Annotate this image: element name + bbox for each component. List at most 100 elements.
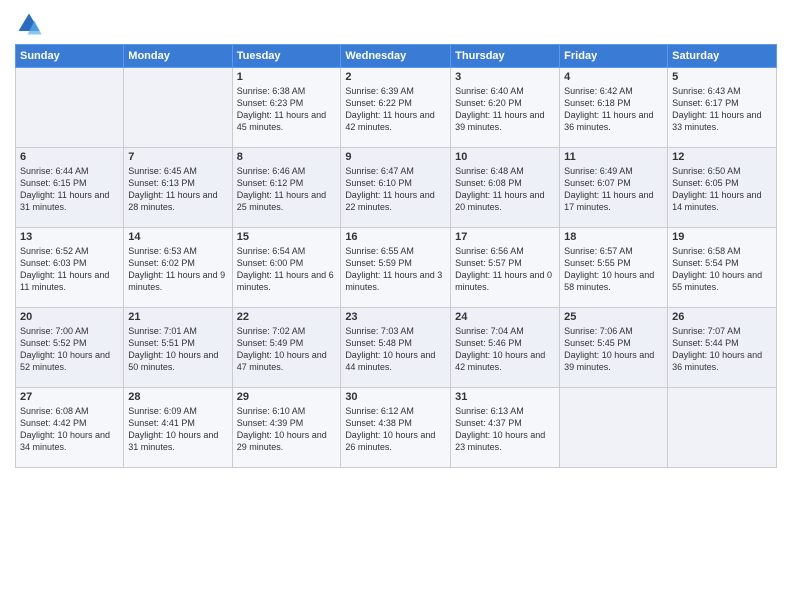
week-row-4: 20 Sunrise: 7:00 AM Sunset: 5:52 PM Dayli…: [16, 308, 777, 388]
header-row: SundayMondayTuesdayWednesdayThursdayFrid…: [16, 45, 777, 68]
day-cell: 4Sunrise: 6:42 AM Sunset: 6:18 PM Daylig…: [560, 68, 668, 148]
day-number: 7: [128, 151, 227, 163]
calendar-header: SundayMondayTuesdayWednesdayThursdayFrid…: [16, 45, 777, 68]
day-info: Sunrise: 6:50 AM Sunset: 6:05 PM Dayligh…: [672, 165, 772, 214]
day-cell: 21 Sunrise: 7:01 AM Sunset: 5:51 PM Dayli…: [124, 308, 232, 388]
day-info: Sunrise: 7:01 AM Sunset: 5:51 PM Dayligh…: [128, 325, 227, 374]
day-number: 20: [20, 311, 119, 323]
day-cell: 3 Sunrise: 6:40 AM Sunset: 6:20 PM Daylig…: [451, 68, 560, 148]
day-number: 8: [237, 151, 337, 163]
day-number: 3: [455, 71, 555, 83]
day-cell: 15Sunrise: 6:54 AM Sunset: 6:00 PM Dayli…: [232, 228, 341, 308]
day-cell: 11 Sunrise: 6:49 AM Sunset: 6:07 PM Dayli…: [560, 148, 668, 228]
day-info: Sunrise: 7:07 AM Sunset: 5:44 PM Dayligh…: [672, 325, 772, 374]
day-cell: 29Sunrise: 6:10 AM Sunset: 4:39 PM Dayli…: [232, 388, 341, 468]
day-info: Sunrise: 6:40 AM Sunset: 6:20 PM Dayligh…: [455, 85, 555, 134]
day-number: 12: [672, 151, 772, 163]
day-info: Sunrise: 6:09 AM Sunset: 4:41 PM Dayligh…: [128, 405, 227, 454]
day-number: 28: [128, 391, 227, 403]
day-info: Sunrise: 6:52 AM Sunset: 6:03 PM Dayligh…: [20, 245, 119, 294]
header-cell-monday: Monday: [124, 45, 232, 68]
day-info: Sunrise: 6:55 AM Sunset: 5:59 PM Dayligh…: [345, 245, 446, 294]
day-number: 9: [345, 151, 446, 163]
day-cell: [16, 68, 124, 148]
header-cell-sunday: Sunday: [16, 45, 124, 68]
day-info: Sunrise: 6:46 AM Sunset: 6:12 PM Dayligh…: [237, 165, 337, 214]
day-cell: 14 Sunrise: 6:53 AM Sunset: 6:02 PM Dayli…: [124, 228, 232, 308]
day-number: 30: [345, 391, 446, 403]
day-cell: 18 Sunrise: 6:57 AM Sunset: 5:55 PM Dayli…: [560, 228, 668, 308]
day-cell: [668, 388, 777, 468]
day-info: Sunrise: 6:43 AM Sunset: 6:17 PM Dayligh…: [672, 85, 772, 134]
day-cell: 16 Sunrise: 6:55 AM Sunset: 5:59 PM Dayli…: [341, 228, 451, 308]
day-info: Sunrise: 6:45 AM Sunset: 6:13 PM Dayligh…: [128, 165, 227, 214]
day-number: 24: [455, 311, 555, 323]
day-info: Sunrise: 6:49 AM Sunset: 6:07 PM Dayligh…: [564, 165, 663, 214]
day-number: 26: [672, 311, 772, 323]
calendar-table: SundayMondayTuesdayWednesdayThursdayFrid…: [15, 44, 777, 468]
header-cell-tuesday: Tuesday: [232, 45, 341, 68]
day-cell: 6 Sunrise: 6:44 AM Sunset: 6:15 PM Daylig…: [16, 148, 124, 228]
day-number: 14: [128, 231, 227, 243]
day-info: Sunrise: 6:44 AM Sunset: 6:15 PM Dayligh…: [20, 165, 119, 214]
day-cell: [560, 388, 668, 468]
day-cell: 2 Sunrise: 6:39 AM Sunset: 6:22 PM Daylig…: [341, 68, 451, 148]
day-info: Sunrise: 6:12 AM Sunset: 4:38 PM Dayligh…: [345, 405, 446, 454]
week-row-5: 27 Sunrise: 6:08 AM Sunset: 4:42 PM Dayli…: [16, 388, 777, 468]
day-cell: 17Sunrise: 6:56 AM Sunset: 5:57 PM Dayli…: [451, 228, 560, 308]
day-number: 13: [20, 231, 119, 243]
day-info: Sunrise: 6:47 AM Sunset: 6:10 PM Dayligh…: [345, 165, 446, 214]
header-cell-friday: Friday: [560, 45, 668, 68]
day-info: Sunrise: 6:58 AM Sunset: 5:54 PM Dayligh…: [672, 245, 772, 294]
day-number: 27: [20, 391, 119, 403]
day-number: 23: [345, 311, 446, 323]
week-row-1: 1Sunrise: 6:38 AM Sunset: 6:23 PM Daylig…: [16, 68, 777, 148]
day-cell: 27 Sunrise: 6:08 AM Sunset: 4:42 PM Dayli…: [16, 388, 124, 468]
week-row-3: 13 Sunrise: 6:52 AM Sunset: 6:03 PM Dayli…: [16, 228, 777, 308]
day-number: 10: [455, 151, 555, 163]
day-number: 5: [672, 71, 772, 83]
page-header: [15, 10, 777, 38]
day-number: 6: [20, 151, 119, 163]
day-cell: 1Sunrise: 6:38 AM Sunset: 6:23 PM Daylig…: [232, 68, 341, 148]
day-cell: 24Sunrise: 7:04 AM Sunset: 5:46 PM Dayli…: [451, 308, 560, 388]
day-number: 25: [564, 311, 663, 323]
day-number: 1: [237, 71, 337, 83]
week-row-2: 6 Sunrise: 6:44 AM Sunset: 6:15 PM Daylig…: [16, 148, 777, 228]
day-info: Sunrise: 7:00 AM Sunset: 5:52 PM Dayligh…: [20, 325, 119, 374]
day-info: Sunrise: 6:10 AM Sunset: 4:39 PM Dayligh…: [237, 405, 337, 454]
day-info: Sunrise: 7:06 AM Sunset: 5:45 PM Dayligh…: [564, 325, 663, 374]
day-number: 4: [564, 71, 663, 83]
day-cell: 31Sunrise: 6:13 AM Sunset: 4:37 PM Dayli…: [451, 388, 560, 468]
day-cell: 30 Sunrise: 6:12 AM Sunset: 4:38 PM Dayli…: [341, 388, 451, 468]
logo: [15, 10, 47, 38]
day-number: 2: [345, 71, 446, 83]
day-cell: 12 Sunrise: 6:50 AM Sunset: 6:05 PM Dayli…: [668, 148, 777, 228]
day-number: 31: [455, 391, 555, 403]
day-cell: 25 Sunrise: 7:06 AM Sunset: 5:45 PM Dayli…: [560, 308, 668, 388]
day-info: Sunrise: 6:53 AM Sunset: 6:02 PM Dayligh…: [128, 245, 227, 294]
day-cell: 8 Sunrise: 6:46 AM Sunset: 6:12 PM Daylig…: [232, 148, 341, 228]
day-number: 18: [564, 231, 663, 243]
day-cell: 22Sunrise: 7:02 AM Sunset: 5:49 PM Dayli…: [232, 308, 341, 388]
day-number: 21: [128, 311, 227, 323]
day-cell: [124, 68, 232, 148]
day-cell: 5 Sunrise: 6:43 AM Sunset: 6:17 PM Daylig…: [668, 68, 777, 148]
day-number: 15: [237, 231, 337, 243]
day-number: 16: [345, 231, 446, 243]
day-cell: 23 Sunrise: 7:03 AM Sunset: 5:48 PM Dayli…: [341, 308, 451, 388]
day-cell: 13 Sunrise: 6:52 AM Sunset: 6:03 PM Dayli…: [16, 228, 124, 308]
header-cell-saturday: Saturday: [668, 45, 777, 68]
calendar-body: 1Sunrise: 6:38 AM Sunset: 6:23 PM Daylig…: [16, 68, 777, 468]
day-info: Sunrise: 6:39 AM Sunset: 6:22 PM Dayligh…: [345, 85, 446, 134]
day-cell: 10Sunrise: 6:48 AM Sunset: 6:08 PM Dayli…: [451, 148, 560, 228]
day-cell: 19Sunrise: 6:58 AM Sunset: 5:54 PM Dayli…: [668, 228, 777, 308]
day-number: 11: [564, 151, 663, 163]
day-info: Sunrise: 6:08 AM Sunset: 4:42 PM Dayligh…: [20, 405, 119, 454]
page-container: SundayMondayTuesdayWednesdayThursdayFrid…: [0, 0, 792, 473]
day-cell: 20 Sunrise: 7:00 AM Sunset: 5:52 PM Dayli…: [16, 308, 124, 388]
day-info: Sunrise: 6:57 AM Sunset: 5:55 PM Dayligh…: [564, 245, 663, 294]
day-info: Sunrise: 7:03 AM Sunset: 5:48 PM Dayligh…: [345, 325, 446, 374]
header-cell-thursday: Thursday: [451, 45, 560, 68]
day-cell: 26 Sunrise: 7:07 AM Sunset: 5:44 PM Dayli…: [668, 308, 777, 388]
